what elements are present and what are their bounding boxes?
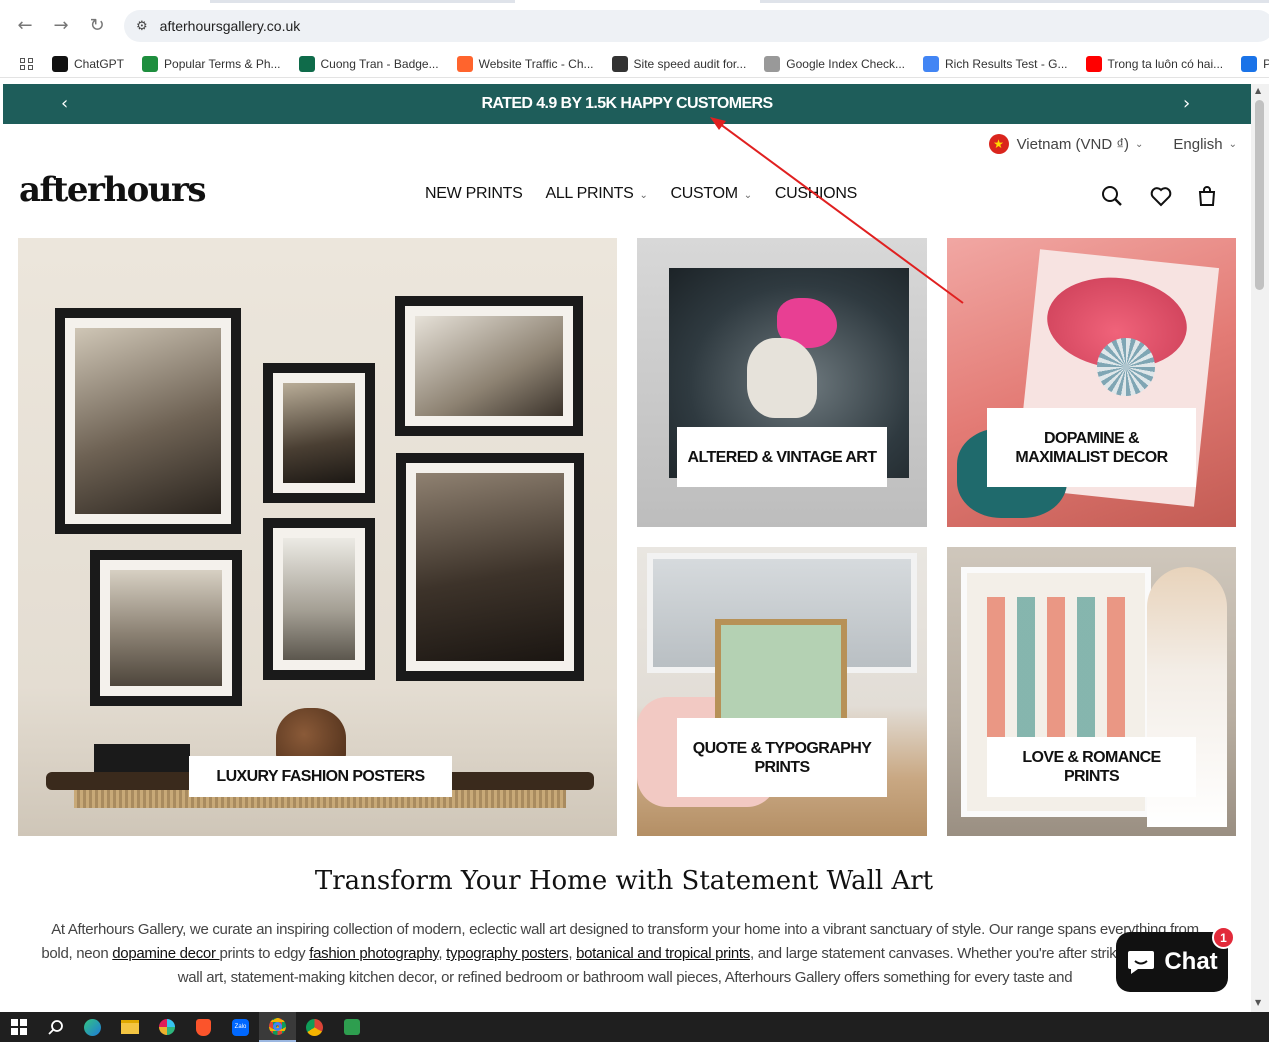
page-scrollbar[interactable]: ▲ ▼ <box>1251 84 1269 1012</box>
link-typography-posters[interactable]: typography posters <box>446 945 568 962</box>
body-text: , <box>568 945 577 962</box>
search-icon[interactable] <box>37 1012 74 1042</box>
zalo-icon[interactable]: Zalo <box>222 1012 259 1042</box>
section-heading: Transform Your Home with Statement Wall … <box>314 866 934 896</box>
body-text: , <box>438 945 447 962</box>
windows-taskbar: Zalo <box>0 1012 1269 1042</box>
chrome-profile-icon[interactable] <box>296 1012 333 1042</box>
scrollbar-thumb[interactable] <box>1255 100 1264 290</box>
chat-label: Chat <box>1164 948 1218 975</box>
section-body: At Afterhours Gallery, we curate an insp… <box>40 918 1210 990</box>
chat-bubble-icon <box>1128 951 1155 974</box>
chrome-icon[interactable] <box>259 1012 296 1042</box>
link-dopamine-decor[interactable]: dopamine decor <box>112 945 219 962</box>
body-text: prints to edgy <box>219 945 310 962</box>
chat-notification-badge: 1 <box>1212 926 1235 949</box>
link-botanical-prints[interactable]: botanical and tropical prints <box>576 945 750 962</box>
link-fashion-photography[interactable]: fashion photography <box>309 945 438 962</box>
scroll-down-icon[interactable]: ▼ <box>1255 998 1261 1007</box>
app-icon[interactable] <box>333 1012 370 1042</box>
file-explorer-icon[interactable] <box>111 1012 148 1042</box>
edge-icon[interactable] <box>74 1012 111 1042</box>
scroll-up-icon[interactable]: ▲ <box>1255 86 1261 95</box>
chat-button[interactable]: Chat <box>1116 932 1228 992</box>
brave-icon[interactable] <box>185 1012 222 1042</box>
slack-icon[interactable] <box>148 1012 185 1042</box>
windows-start-icon[interactable] <box>0 1012 37 1042</box>
